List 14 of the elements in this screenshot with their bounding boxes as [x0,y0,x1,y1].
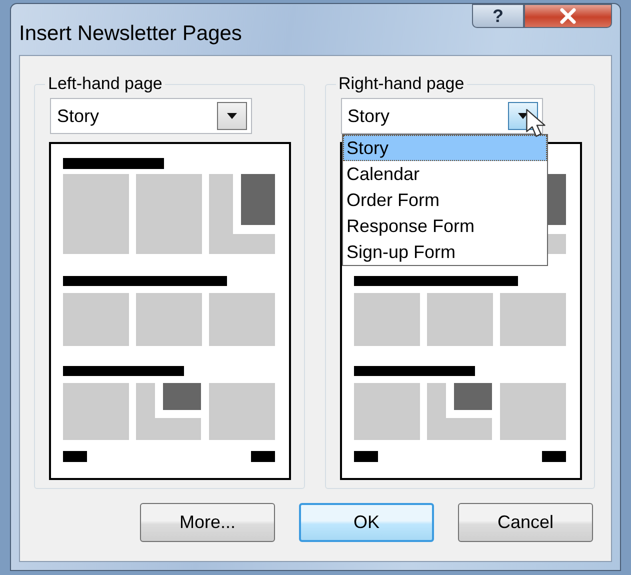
page-type-dropdown[interactable]: Story [340,98,542,134]
help-button[interactable]: ? [472,4,524,28]
window-title: Insert Newsletter Pages [19,22,242,46]
dialog-button[interactable]: More... [140,503,275,542]
page-type-dropdown[interactable]: Story [50,98,252,134]
dropdown-option[interactable]: Calendar [342,161,546,187]
group-label: Left-hand page [47,74,164,94]
dropdown-option[interactable]: Order Form [342,187,546,213]
dialog-button[interactable]: OK [299,503,434,542]
dropdown-option[interactable]: Response Form [342,213,546,239]
dialog-button[interactable]: Cancel [458,503,593,542]
dropdown-option[interactable]: Story [342,135,546,161]
dropdown-option[interactable]: Sign-up Form [342,239,546,265]
group-label: Right-hand page [338,74,466,94]
